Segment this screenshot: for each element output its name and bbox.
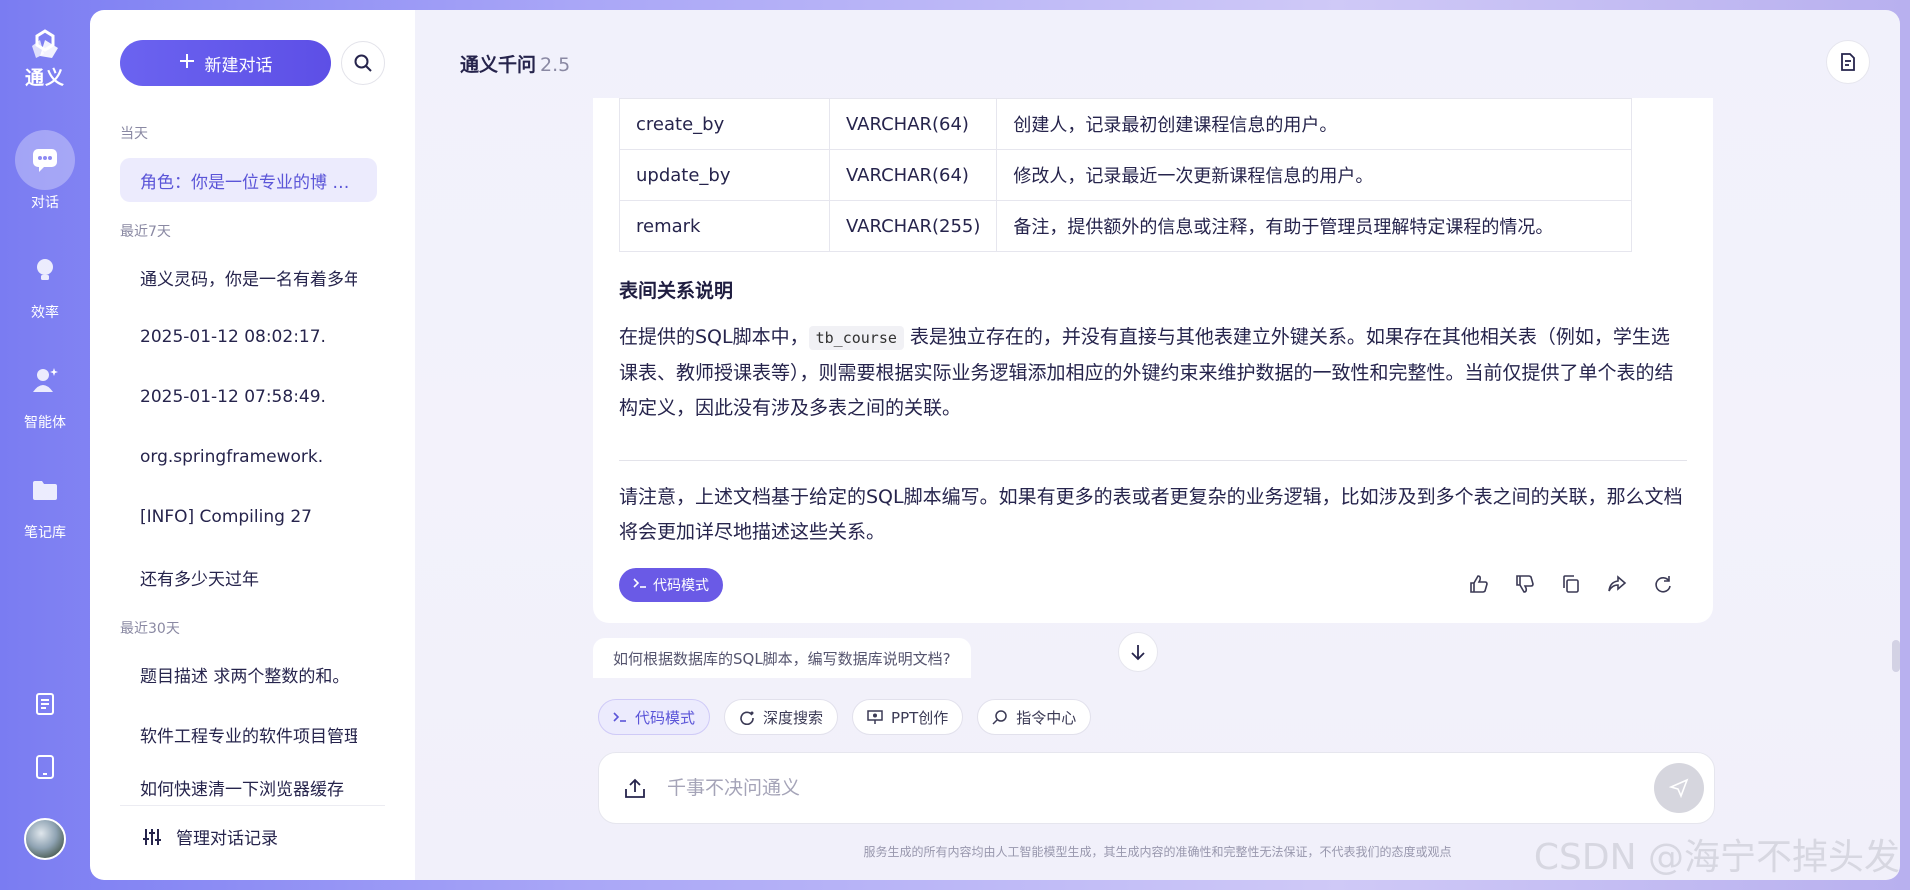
regenerate-icon[interactable] xyxy=(1653,574,1673,594)
chip-command-center[interactable]: 指令中心 xyxy=(977,699,1092,735)
command-icon xyxy=(992,710,1008,725)
terminal-icon xyxy=(613,712,626,722)
history-item[interactable]: 如何快速清一下浏览器缓存 xyxy=(120,772,377,802)
copy-icon[interactable] xyxy=(1561,574,1581,594)
answer-paragraph: 在提供的SQL脚本中， tb_course 表是独立存在的，并没有直接与其他表建立… xyxy=(619,326,1674,419)
section-heading: 表间关系说明 xyxy=(619,280,734,302)
send-icon xyxy=(1669,778,1689,798)
new-chat-label: 新建对话 xyxy=(204,55,273,76)
inline-code: tb_course xyxy=(808,326,904,350)
page-title: 通义千问 2.5 xyxy=(460,54,571,76)
message-composer xyxy=(598,752,1715,824)
history-item[interactable]: 还有多少天过年 xyxy=(120,555,377,599)
table-cell: VARCHAR(64) xyxy=(828,149,998,201)
share-icon[interactable] xyxy=(1607,574,1627,594)
upload-icon xyxy=(625,778,645,798)
send-button[interactable] xyxy=(1654,763,1704,813)
table-cell: create_by xyxy=(619,98,830,150)
history-item-active[interactable]: 角色：你是一位专业的博 … xyxy=(120,158,377,202)
search-icon xyxy=(354,54,372,72)
export-doc-button[interactable] xyxy=(1826,40,1870,84)
manage-history-button[interactable]: 管理对话记录 xyxy=(120,805,385,849)
search-button[interactable] xyxy=(341,41,385,85)
tablet-icon[interactable] xyxy=(33,754,57,784)
history-item[interactable]: 2025-01-12 07:58:49. xyxy=(120,375,377,419)
chat-icon xyxy=(15,130,75,190)
watermark: CSDN @海宁不掉头发 xyxy=(1533,837,1900,878)
history-item[interactable]: org.springframework. xyxy=(120,435,377,479)
new-chat-button[interactable]: 新建对话 xyxy=(120,40,331,86)
answer-paragraph: 请注意，上述文档基于给定的SQL脚本编写。如果有更多的表或者更复杂的业务逻辑，比… xyxy=(619,486,1683,543)
sliders-icon xyxy=(143,828,161,845)
table-cell: 备注，提供额外的信息或注释，有助于管理员理解特定课程的情况。 xyxy=(996,200,1633,252)
divider xyxy=(619,460,1687,461)
rail-item-label: 对话 xyxy=(31,195,59,211)
table-row: create_by VARCHAR(64) 创建人，记录最初创建课程信息的用户。 xyxy=(619,98,1633,150)
table-row: remark VARCHAR(255) 备注，提供额外的信息或注释，有助于管理员… xyxy=(619,200,1633,252)
rail-item-label: 笔记库 xyxy=(24,525,66,541)
agent-icon xyxy=(15,350,75,410)
rail-item-chat[interactable]: 对话 xyxy=(15,130,75,212)
answer-actions xyxy=(1469,574,1673,594)
history-group-title: 最近30天 xyxy=(120,621,180,637)
scrollbar-thumb[interactable] xyxy=(1892,640,1900,672)
model-version: 2.5 xyxy=(540,54,571,76)
chat-main: 通义千问 2.5 create_by VARCHAR(64) 创建人，记录最初创建… xyxy=(415,10,1900,880)
suggested-question[interactable]: 如何根据数据库的SQL脚本，编写数据库说明文档? xyxy=(593,638,971,678)
thumbs-up-icon[interactable] xyxy=(1469,574,1489,594)
plus-icon xyxy=(179,53,195,74)
upload-button[interactable] xyxy=(615,777,655,799)
document-icon[interactable] xyxy=(33,692,57,720)
table-cell: update_by xyxy=(619,149,830,201)
rail-item-label: 效率 xyxy=(31,305,59,321)
scroll-to-bottom-button[interactable] xyxy=(1118,632,1158,672)
thumbs-down-icon[interactable] xyxy=(1515,574,1535,594)
history-item[interactable]: 软件工程专业的软件项目管理 xyxy=(120,712,377,756)
history-item[interactable]: 题目描述 求两个整数的和。 xyxy=(120,652,377,696)
presentation-icon xyxy=(867,710,883,724)
brand-name: 通义 xyxy=(24,67,65,89)
lightbulb-icon xyxy=(15,240,75,300)
answer-card: create_by VARCHAR(64) 创建人，记录最初创建课程信息的用户。… xyxy=(593,98,1713,623)
table-row: update_by VARCHAR(64) 修改人，记录最近一次更新课程信息的用… xyxy=(619,149,1633,201)
folder-icon xyxy=(15,460,75,520)
table-cell: 创建人，记录最初创建课程信息的用户。 xyxy=(996,98,1633,150)
chip-code-mode[interactable]: 代码模式 xyxy=(598,699,711,735)
history-group-title: 最近7天 xyxy=(120,224,171,240)
export-document-icon xyxy=(1841,53,1855,71)
table-cell: remark xyxy=(619,200,830,252)
chip-deep-search[interactable]: 深度搜索 xyxy=(724,699,839,735)
terminal-icon xyxy=(633,577,647,593)
table-cell: VARCHAR(64) xyxy=(828,98,998,150)
tongyi-logo-icon xyxy=(31,29,58,58)
manage-history-label: 管理对话记录 xyxy=(176,829,278,849)
table-cell: VARCHAR(255) xyxy=(828,200,998,252)
brand-logo[interactable]: 通义 xyxy=(25,28,65,90)
history-item[interactable]: 2025-01-12 08:02:17. xyxy=(120,315,377,359)
app-rail: 通义 对话 效率 智能体 笔记库 xyxy=(0,0,90,890)
code-mode-badge[interactable]: 代码模式 xyxy=(619,568,723,602)
rail-item-agents[interactable]: 智能体 xyxy=(15,350,75,432)
history-item[interactable]: [INFO] Compiling 27 xyxy=(120,495,377,539)
history-sidebar: 新建对话 当天 角色：你是一位专业的博 … 最近7天 通义灵码，你是一名有着多年… xyxy=(90,10,415,880)
history-item[interactable]: 通义灵码，你是一名有着多年 xyxy=(120,255,377,299)
chip-ppt[interactable]: PPT创作 xyxy=(852,699,964,735)
arrow-down-icon xyxy=(1131,645,1145,661)
rail-item-notes[interactable]: 笔记库 xyxy=(15,460,75,542)
rail-item-label: 智能体 xyxy=(24,415,66,431)
rail-item-efficiency[interactable]: 效率 xyxy=(15,240,75,322)
history-group-title: 当天 xyxy=(120,126,148,142)
rail-bottom xyxy=(24,692,66,860)
table-cell: 修改人，记录最近一次更新课程信息的用户。 xyxy=(996,149,1633,201)
deep-search-icon xyxy=(740,711,754,725)
mode-chips: 代码模式 深度搜索 PPT创作 指令中心 xyxy=(598,699,1092,735)
fields-table: create_by VARCHAR(64) 创建人，记录最初创建课程信息的用户。… xyxy=(619,98,1633,252)
avatar[interactable] xyxy=(24,818,66,860)
message-input[interactable] xyxy=(667,777,1654,799)
